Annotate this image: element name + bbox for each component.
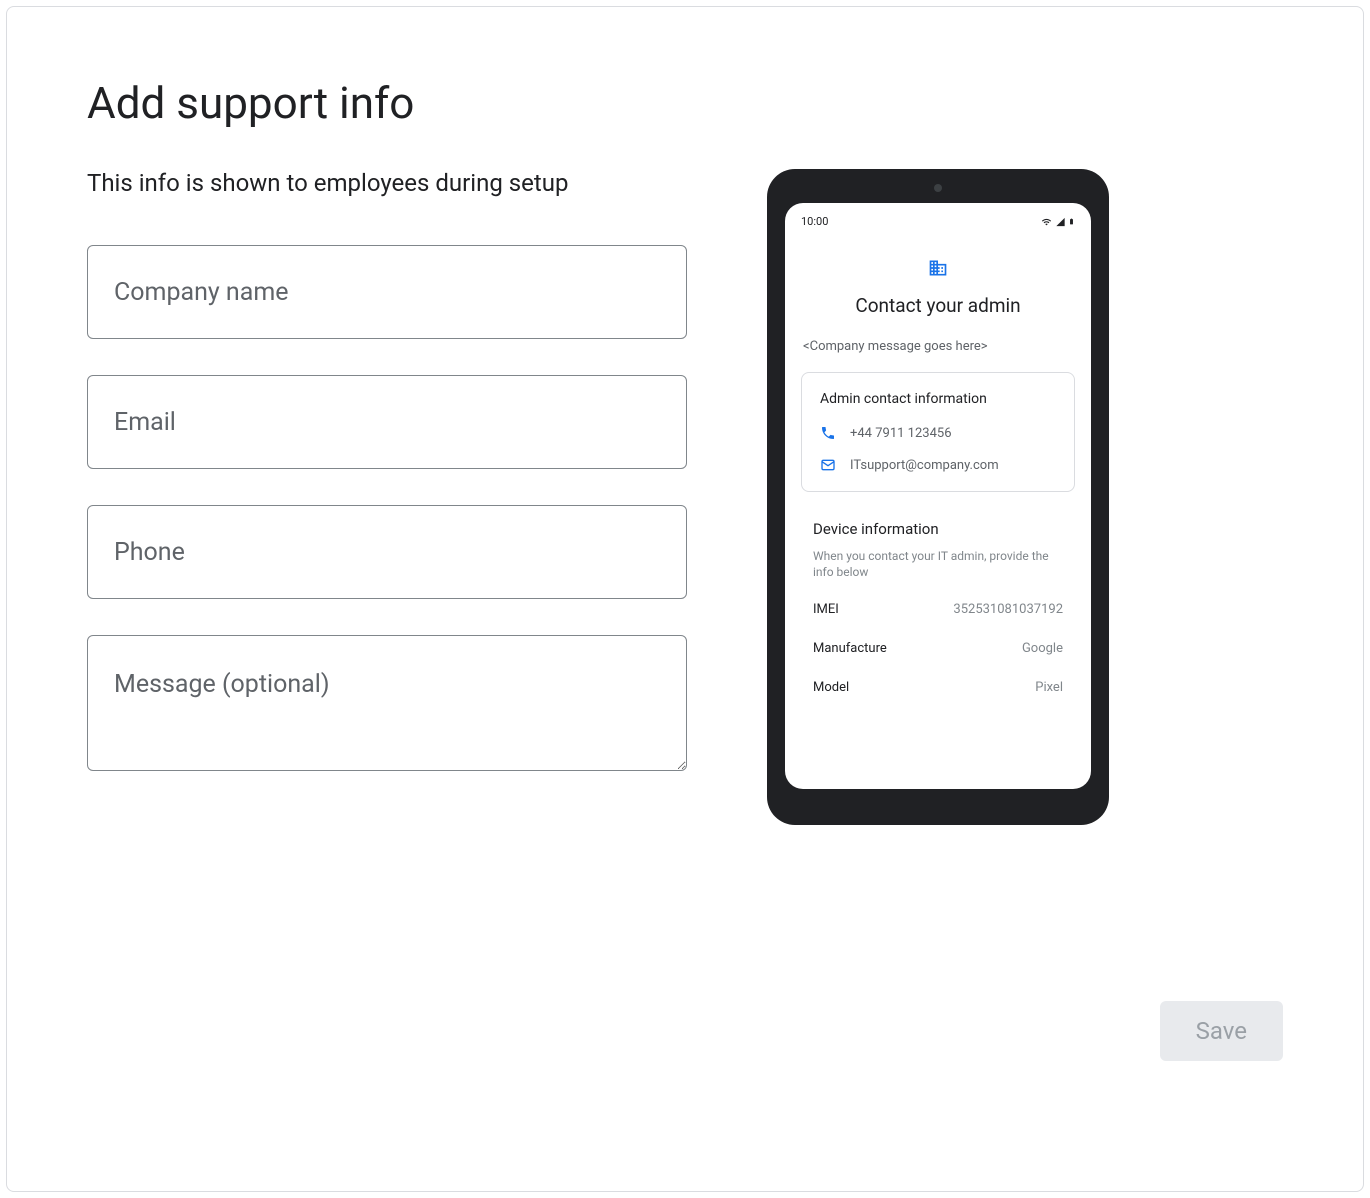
status-time: 10:00 (801, 215, 828, 228)
admin-phone-row: +44 7911 123456 (820, 425, 1056, 441)
content-row: This info is shown to employees during s… (87, 169, 1283, 825)
preview-title: Contact your admin (801, 294, 1075, 317)
page-title: Add support info (87, 77, 1283, 129)
signal-icon (1055, 217, 1066, 227)
admin-contact-title: Admin contact information (820, 391, 1056, 407)
device-value: Pixel (1035, 680, 1063, 695)
device-row-imei: IMEI 352531081037192 (801, 602, 1075, 617)
phone-frame: 10:00 Contact your admin <Company (767, 169, 1109, 825)
email-field[interactable] (87, 375, 687, 469)
device-row-manufacture: Manufacture Google (801, 641, 1075, 656)
camera-dot (934, 184, 942, 192)
email-icon (820, 457, 836, 473)
preview-column: 10:00 Contact your admin <Company (767, 169, 1109, 825)
message-field[interactable] (87, 635, 687, 771)
phone-icon (820, 425, 836, 441)
admin-phone-value: +44 7911 123456 (850, 426, 952, 441)
admin-email-row: ITsupport@company.com (820, 457, 1056, 473)
admin-email-value: ITsupport@company.com (850, 458, 999, 473)
status-icons (1040, 216, 1075, 227)
wifi-icon (1040, 217, 1053, 227)
admin-contact-card: Admin contact information +44 7911 12345… (801, 372, 1075, 492)
preview-company-message: <Company message goes here> (801, 339, 1075, 354)
domain-icon-wrap (801, 258, 1075, 282)
company-name-field[interactable] (87, 245, 687, 339)
device-info-title: Device information (801, 520, 1075, 538)
battery-icon (1068, 216, 1075, 227)
device-label: Manufacture (813, 641, 887, 656)
device-value: Google (1022, 641, 1063, 656)
add-support-info-card: Add support info This info is shown to e… (6, 6, 1364, 1192)
device-value: 352531081037192 (953, 602, 1063, 617)
save-button[interactable]: Save (1160, 1001, 1283, 1061)
device-label: Model (813, 680, 849, 695)
device-label: IMEI (813, 602, 839, 617)
device-info-subtitle: When you contact your IT admin, provide … (801, 548, 1075, 580)
page-subtitle: This info is shown to employees during s… (87, 169, 687, 197)
phone-screen: 10:00 Contact your admin <Company (785, 203, 1091, 789)
form-column: This info is shown to employees during s… (87, 169, 687, 811)
phone-field[interactable] (87, 505, 687, 599)
status-bar: 10:00 (801, 215, 1075, 228)
domain-icon (927, 258, 949, 278)
device-row-model: Model Pixel (801, 680, 1075, 695)
